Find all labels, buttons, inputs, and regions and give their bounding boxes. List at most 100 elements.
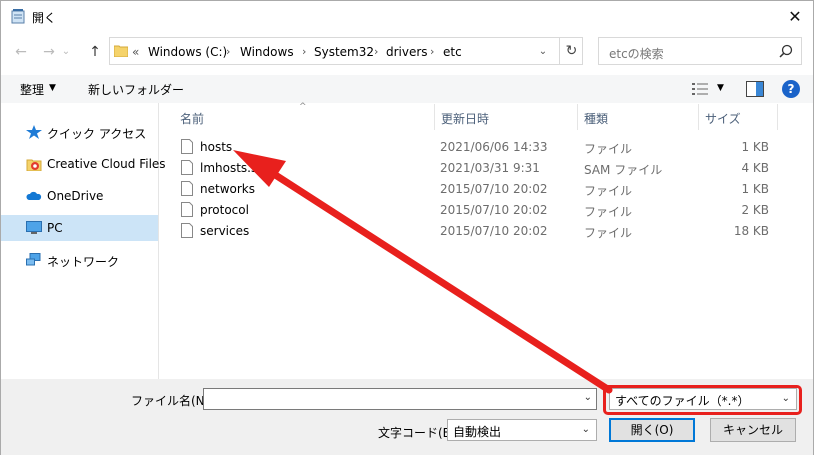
file-type: SAM ファイル (584, 163, 663, 177)
column-header-type[interactable]: 種類 (584, 110, 608, 127)
command-bar: 整理 ▼ 新しいフォルダー ▼ ? (1, 75, 813, 103)
sort-indicator-icon: ^ (299, 102, 307, 112)
back-arrow-icon: ← (15, 44, 27, 60)
sidebar-item-network[interactable]: ネットワーク (1, 247, 158, 273)
encoding-value: 自動検出 (453, 425, 502, 439)
file-name: services (200, 224, 250, 238)
file-size: 1 KB (741, 182, 769, 196)
star-icon (26, 125, 42, 139)
window-title: 開く (32, 11, 57, 25)
file-icon (181, 160, 193, 175)
column-header-date[interactable]: 更新日時 (441, 110, 489, 127)
breadcrumb-drivers[interactable]: drivers (386, 45, 428, 59)
file-date: 2021/06/06 14:33 (440, 140, 548, 154)
column-divider[interactable] (698, 104, 699, 130)
sidebar-item-label: クイック アクセス (47, 127, 147, 141)
cancel-button[interactable]: キャンセル (710, 418, 796, 442)
breadcrumb-drive[interactable]: Windows (C:) (148, 45, 227, 59)
file-row-lmhosts[interactable]: lmhosts.sam 2021/03/31 9:31 SAM ファイル 4 K… (173, 158, 773, 179)
address-history-button[interactable]: ⌄ (531, 37, 555, 65)
search-placeholder: etcの検索 (609, 47, 664, 61)
file-date: 2015/07/10 20:02 (440, 224, 548, 238)
title-bar: 開く ✕ (1, 1, 813, 32)
chevron-down-icon[interactable]: ▼ (49, 83, 56, 93)
sidebar-item-label: Creative Cloud Files (47, 157, 166, 171)
sidebar-item-label: OneDrive (47, 189, 104, 203)
file-name: hosts (200, 140, 233, 154)
breadcrumb-separator[interactable]: › (302, 45, 306, 58)
chevron-down-icon: ⌄ (538, 45, 548, 57)
sidebar-item-creative-cloud[interactable]: Creative Cloud Files (1, 151, 166, 177)
column-header-name[interactable]: 名前 (180, 110, 204, 127)
column-header-size[interactable]: サイズ (705, 110, 741, 127)
sidebar-item-label: ネットワーク (47, 255, 120, 269)
file-row-services[interactable]: services 2015/07/10 20:02 ファイル 18 KB (173, 221, 773, 242)
file-size: 1 KB (741, 140, 769, 154)
file-size: 4 KB (741, 161, 769, 175)
file-type: ファイル (584, 226, 633, 240)
breadcrumb-etc[interactable]: etc (443, 45, 462, 59)
column-divider[interactable] (577, 104, 578, 130)
search-icon[interactable] (779, 44, 793, 58)
address-bar[interactable]: « Windows (C:) › Windows › System32 › dr… (109, 37, 583, 65)
encoding-select[interactable]: 自動検出 ⌄ (447, 419, 597, 441)
filename-label: ファイル名(N): (131, 394, 214, 408)
file-type: ファイル (584, 142, 633, 156)
refresh-icon: ↻ (565, 43, 578, 59)
network-icon (26, 253, 41, 266)
file-name: protocol (200, 203, 249, 217)
sidebar-item-pc[interactable]: PC (1, 215, 158, 241)
folder-icon (114, 45, 128, 57)
file-row-protocol[interactable]: protocol 2015/07/10 20:02 ファイル 2 KB (173, 200, 773, 221)
view-details-icon[interactable] (692, 82, 708, 96)
column-divider[interactable] (777, 104, 778, 130)
breadcrumb-separator[interactable]: › (226, 45, 230, 58)
refresh-button[interactable]: ↻ (559, 37, 583, 65)
open-file-dialog: 開く ✕ ← → ⌄ ↑ « Windows (C:) › Windows › … (0, 0, 814, 455)
annotation-highlight-box (603, 385, 802, 415)
file-size: 18 KB (733, 224, 769, 238)
breadcrumb-separator[interactable]: › (374, 45, 378, 58)
close-icon: ✕ (788, 7, 802, 26)
search-input[interactable]: etcの検索 (598, 37, 802, 65)
file-type: ファイル (584, 184, 633, 198)
file-name: lmhosts.sam (200, 161, 277, 175)
column-divider[interactable] (434, 104, 435, 130)
pc-icon (26, 221, 42, 234)
forward-button[interactable]: → (39, 43, 59, 61)
back-button[interactable]: ← (11, 43, 31, 61)
filename-input[interactable]: ⌄ (203, 388, 597, 410)
preview-pane-icon[interactable] (746, 81, 764, 97)
file-icon (181, 139, 193, 154)
file-icon (181, 223, 193, 238)
file-date: 2015/07/10 20:02 (440, 203, 548, 217)
chevron-down-icon[interactable]: ⌄ (584, 392, 592, 403)
chevron-down-icon[interactable]: ▼ (717, 83, 724, 93)
cloud-icon (26, 191, 42, 200)
up-button[interactable]: ↑ (85, 43, 105, 61)
file-name: networks (200, 182, 255, 196)
breadcrumb-windows[interactable]: Windows (240, 45, 294, 59)
address-overflow[interactable]: « (132, 45, 139, 59)
open-button[interactable]: 開く(O) (609, 418, 695, 442)
organize-button[interactable]: 整理 (20, 81, 44, 98)
notepad-icon (11, 9, 25, 24)
close-button[interactable]: ✕ (777, 1, 813, 32)
forward-arrow-icon: → (43, 44, 55, 60)
file-row-hosts[interactable]: hosts 2021/06/06 14:33 ファイル 1 KB (173, 137, 773, 158)
navigation-pane: クイック アクセス Creative Cloud Files OneDrive … (1, 103, 166, 379)
file-icon (181, 181, 193, 196)
sidebar-item-quick-access[interactable]: クイック アクセス (1, 119, 158, 145)
sidebar-item-label: PC (47, 221, 63, 235)
creative-cloud-icon (26, 159, 42, 171)
sidebar-item-onedrive[interactable]: OneDrive (1, 183, 158, 209)
recent-locations-button[interactable]: ⌄ (59, 43, 73, 61)
file-row-networks[interactable]: networks 2015/07/10 20:02 ファイル 1 KB (173, 179, 773, 200)
breadcrumb-separator[interactable]: › (430, 45, 434, 58)
chevron-down-icon: ⌄ (61, 46, 71, 57)
file-type: ファイル (584, 205, 633, 219)
help-icon[interactable]: ? (782, 80, 800, 98)
breadcrumb-system32[interactable]: System32 (314, 45, 374, 59)
up-arrow-icon: ↑ (89, 44, 101, 60)
new-folder-button[interactable]: 新しいフォルダー (88, 81, 184, 98)
